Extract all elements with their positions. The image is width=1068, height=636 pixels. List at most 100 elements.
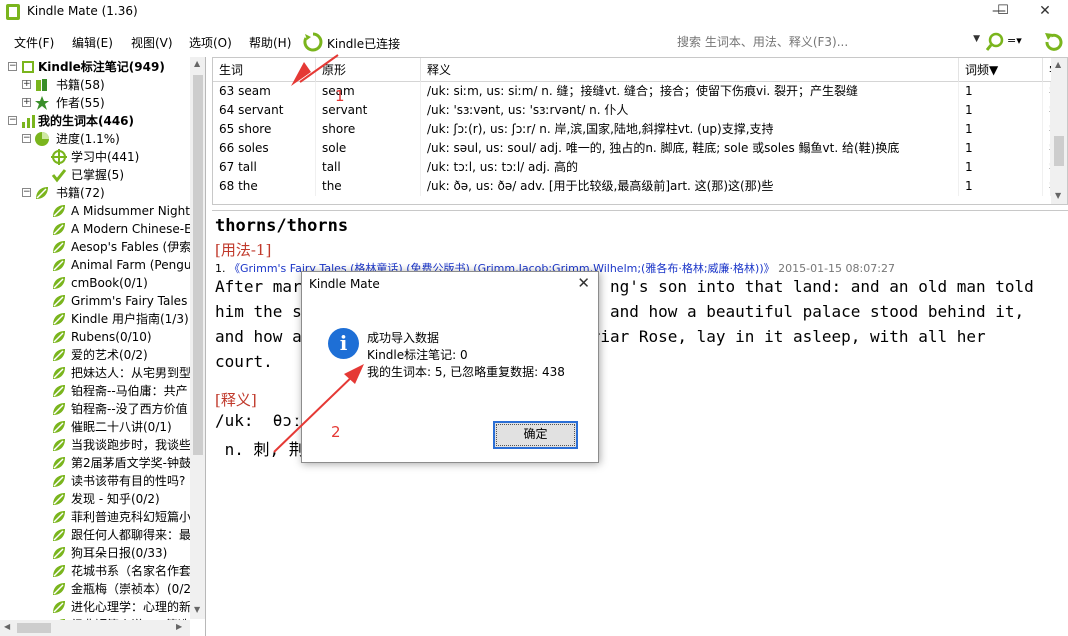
scroll-down-arrow-icon[interactable]: ▼ xyxy=(194,605,200,614)
tree-node[interactable]: + 书籍(58) xyxy=(0,76,190,94)
search-button[interactable]: =▾ xyxy=(985,31,1026,53)
cell-frequency: 1 xyxy=(959,158,1043,177)
search-box: ▼ xyxy=(672,31,982,53)
tree-book-item[interactable]: 金瓶梅（崇祯本）(0/2 xyxy=(0,580,190,598)
tree-book-label: 铂程斋--马伯庸：共产 xyxy=(71,384,188,398)
menu-options[interactable]: 选项(O) xyxy=(189,34,232,51)
collapse-toggle-icon[interactable]: − xyxy=(22,134,31,143)
tree-book-item[interactable]: Rubens(0/10) xyxy=(0,328,190,346)
menu-view[interactable]: 视图(V) xyxy=(131,34,173,51)
tree-book-item[interactable]: 第2届茅盾文学奖-钟鼓 xyxy=(0,454,190,472)
close-window-button[interactable]: ✕ xyxy=(1022,0,1068,24)
bar-chart-icon xyxy=(22,115,35,128)
tree-book-item[interactable]: 狗耳朵日报(0/33) xyxy=(0,544,190,562)
leaf-icon xyxy=(53,205,65,217)
collapse-toggle-icon[interactable]: − xyxy=(8,116,17,125)
table-row[interactable]: 65 shore shore/uk: ʃɔː(r), us: ʃɔːr/ n. 岸… xyxy=(213,120,1051,139)
tree-book-item[interactable]: A Modern Chinese-En xyxy=(0,220,190,238)
tree-node[interactable]: − 进度(1.1%) xyxy=(0,130,190,148)
column-header-definition[interactable]: 释义 xyxy=(421,58,959,82)
collapse-toggle-icon[interactable]: − xyxy=(8,62,17,71)
scrollbar-thumb[interactable] xyxy=(1054,136,1064,166)
menu-edit[interactable]: 编辑(E) xyxy=(72,34,113,51)
tree-book-item[interactable]: 铂程斋--马伯庸：共产 xyxy=(0,382,190,400)
tree-book-item[interactable]: A Midsummer Night's xyxy=(0,202,190,220)
sync-icon xyxy=(303,32,323,52)
scrollbar-thumb[interactable] xyxy=(193,75,203,455)
tree-book-item[interactable]: Aesop's Fables (伊索 xyxy=(0,238,190,256)
tree-vertical-scrollbar[interactable]: ▲ ▼ xyxy=(190,57,205,619)
scrollbar-thumb[interactable] xyxy=(17,623,51,633)
tree-book-item[interactable]: 读书该带有目的性吗? xyxy=(0,472,190,490)
app-logo-icon xyxy=(6,4,20,20)
menu-help[interactable]: 帮助(H) xyxy=(249,34,291,51)
search-history-dropdown[interactable]: ▼ xyxy=(973,34,980,44)
table-row[interactable]: 68 the the/uk: ðə, us: ðə/ adv. [用于比较级,最高… xyxy=(213,177,1051,196)
tree-node-label: 我的生词本(446) xyxy=(38,114,135,128)
scroll-up-arrow-icon[interactable]: ▲ xyxy=(1055,60,1061,69)
tree-book-item[interactable]: Animal Farm (Pengui xyxy=(0,256,190,274)
cell-definition: /uk: tɔːl, us: tɔːl/ adj. 高的 xyxy=(421,158,959,177)
tree-node[interactable]: 已掌握(5) xyxy=(0,166,190,184)
menu-file[interactable]: 文件(F) xyxy=(14,34,54,51)
tree-book-item[interactable]: 铂程斋--没了西方价值 xyxy=(0,400,190,418)
scroll-right-arrow-icon[interactable]: ▶ xyxy=(176,622,182,631)
leaf-icon xyxy=(53,367,65,379)
tree-book-item[interactable]: 跟任何人都聊得来：最 xyxy=(0,526,190,544)
tree-book-item[interactable]: Grimm's Fairy Tales ( xyxy=(0,292,190,310)
scroll-down-arrow-icon[interactable]: ▼ xyxy=(1055,191,1061,200)
tree-book-item[interactable]: 花城书系（名家名作套 xyxy=(0,562,190,580)
tree-book-item[interactable]: 把妹达人：从宅男到型 xyxy=(0,364,190,382)
tree-book-item[interactable]: 发现 - 知乎(0/2) xyxy=(0,490,190,508)
column-header-stem[interactable]: 原形 xyxy=(316,58,421,82)
leaf-icon xyxy=(53,583,65,595)
table-vertical-scrollbar[interactable]: ▲ ▼ xyxy=(1051,58,1067,204)
table-row[interactable]: 67 tall tall/uk: tɔːl, us: tɔːl/ adj. 高的 1… xyxy=(213,158,1051,177)
cell-status: 学 xyxy=(1043,120,1051,139)
ok-button[interactable]: 确定 xyxy=(493,421,578,449)
tree-node[interactable]: − 我的生词本(446) xyxy=(0,112,190,130)
cell-definition: /uk: səul, us: soul/ adj. 唯一的, 独占的n. 脚底,… xyxy=(421,139,959,158)
leaf-icon xyxy=(53,349,65,361)
tree-node[interactable]: − Kindle标注笔记(949) xyxy=(0,58,190,76)
tree-book-label: 催眠二十八讲(0/1) xyxy=(71,420,172,434)
tree-book-item[interactable]: cmBook(0/1) xyxy=(0,274,190,292)
maximize-button[interactable]: ☐ xyxy=(980,0,1026,24)
table-row[interactable]: 66 soles sole/uk: səul, us: soul/ adj. 唯一… xyxy=(213,139,1051,158)
cell-status: 学 xyxy=(1043,82,1051,101)
dialog-close-button[interactable]: ✕ xyxy=(577,274,590,292)
meaning-text: n. 刺, 荆 xyxy=(215,440,305,459)
tree-horizontal-scrollbar[interactable]: ◀ ▶ xyxy=(0,620,190,636)
column-header-frequency[interactable]: 词频▼ xyxy=(959,58,1043,82)
tree-book-item[interactable]: 进化心理学：心理的新 xyxy=(0,598,190,616)
collapse-toggle-icon[interactable]: − xyxy=(22,188,31,197)
tree-node[interactable]: − 书籍(72) xyxy=(0,184,190,202)
tree-book-item[interactable]: 爱的艺术(0/2) xyxy=(0,346,190,364)
tree-book-label: Rubens(0/10) xyxy=(71,330,152,344)
tree-book-label: 进化心理学：心理的新 xyxy=(71,600,190,614)
tree-book-item[interactable]: 菲利普迪克科幻短篇小 xyxy=(0,508,190,526)
leaf-icon xyxy=(53,295,65,307)
search-input[interactable] xyxy=(672,31,968,53)
leaf-icon xyxy=(53,529,65,541)
cell-frequency: 1 xyxy=(959,120,1043,139)
annotation-label-1: 1 xyxy=(335,87,345,105)
expand-toggle-icon[interactable]: + xyxy=(22,98,31,107)
navigation-tree: − Kindle标注笔记(949) + 书籍(58) + 作者(55) − 我的生词本(446… xyxy=(0,57,206,636)
expand-toggle-icon[interactable]: + xyxy=(22,80,31,89)
refresh-button[interactable] xyxy=(1042,30,1066,54)
kindle-mate-window: Kindle Mate (1.36) — ☐ ✕ 文件(F) 编辑(E) 视图(… xyxy=(0,0,1068,636)
tree-node[interactable]: 学习中(441) xyxy=(0,148,190,166)
scroll-left-arrow-icon[interactable]: ◀ xyxy=(4,622,10,631)
dialog-title: Kindle Mate xyxy=(309,277,380,291)
tree-node[interactable]: + 作者(55) xyxy=(0,94,190,112)
scroll-up-arrow-icon[interactable]: ▲ xyxy=(194,59,200,68)
focus-rectangle xyxy=(496,424,575,446)
tree-book-item[interactable]: Kindle 用户指南(1/3) xyxy=(0,310,190,328)
tree-book-label: 狗耳朵日报(0/33) xyxy=(71,546,168,560)
tree-book-label: 金瓶梅（崇祯本）(0/2 xyxy=(71,582,190,596)
column-header-word[interactable]: 生词 xyxy=(213,58,316,82)
tree-book-item[interactable]: 催眠二十八讲(0/1) xyxy=(0,418,190,436)
info-icon: i xyxy=(328,328,359,359)
tree-book-item[interactable]: 当我谈跑步时，我谈些 xyxy=(0,436,190,454)
